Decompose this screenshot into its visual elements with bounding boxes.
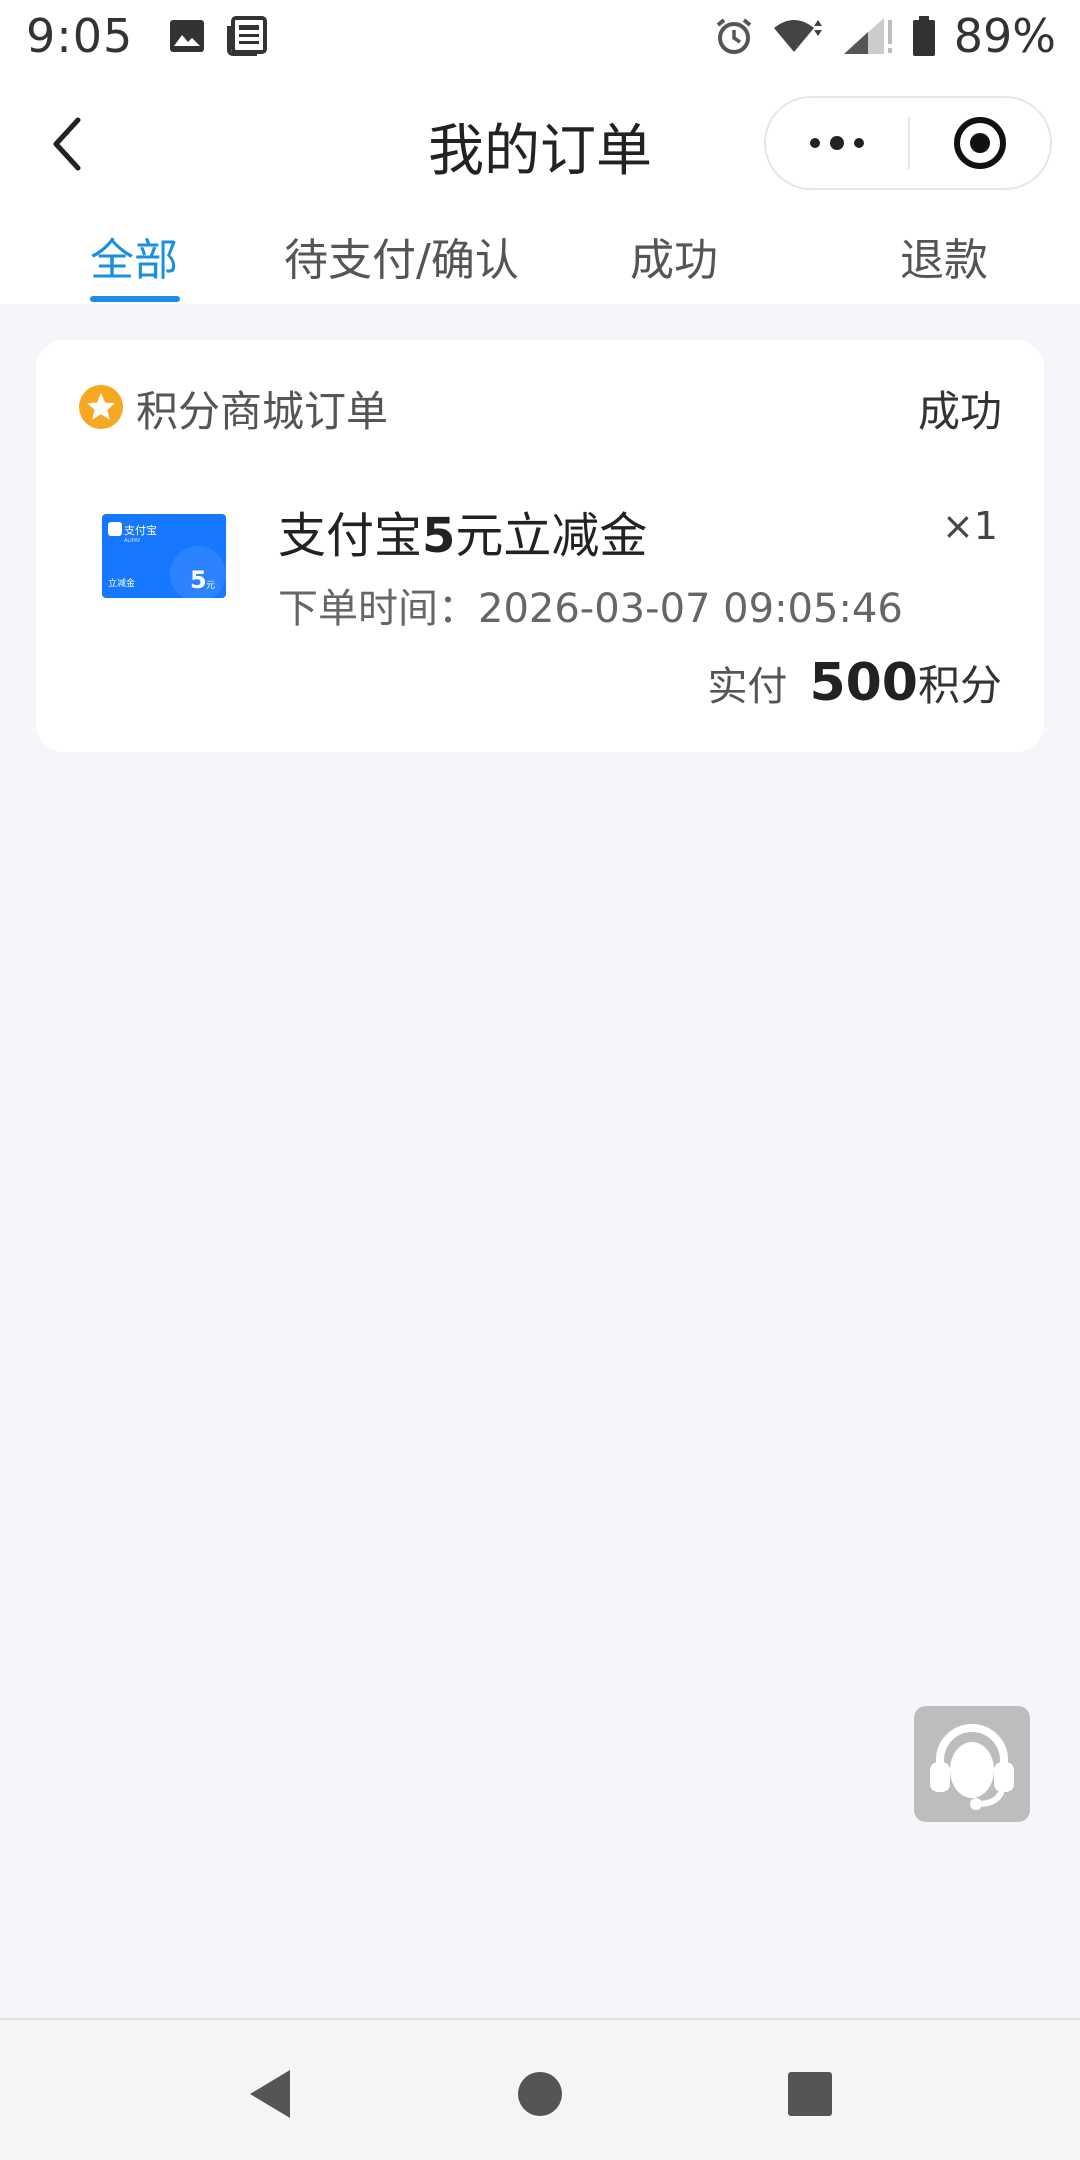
product-name-amount: 5	[422, 508, 456, 564]
order-tabs: 全部 待支付/确认 成功 退款	[0, 216, 1080, 304]
status-time: 9:05	[26, 9, 134, 63]
tab-success[interactable]: 成功	[630, 224, 718, 304]
battery-percent: 89%	[953, 9, 1056, 63]
pay-amount: 500	[809, 653, 918, 713]
app-header: 我的订单	[0, 72, 1080, 216]
more-dots-icon	[810, 136, 864, 150]
order-source: 积分商城订单	[136, 387, 389, 436]
nav-home-button[interactable]	[510, 2064, 570, 2124]
payment-row: 实付 500 积分	[707, 652, 1002, 713]
product-name-suffix: 元立减金	[455, 508, 648, 564]
product-quantity: ×1	[941, 504, 998, 548]
product-thumbnail: 支付宝 ALIPAY 立减金 5 元	[102, 514, 226, 598]
status-bar: 9:05 89%	[0, 0, 1080, 72]
nav-back-button[interactable]	[240, 2064, 300, 2124]
headset-icon	[930, 1724, 1014, 1810]
miniapp-capsule	[764, 96, 1052, 190]
thumb-brand-sub: ALIPAY	[124, 538, 141, 544]
order-card[interactable]: 积分商城订单 成功 支付宝 ALIPAY 立减金 5 元 支付宝5元立减金 ×1…	[36, 340, 1044, 752]
customer-support-button[interactable]	[914, 1706, 1030, 1822]
target-close-icon	[954, 117, 1006, 169]
more-button[interactable]	[766, 98, 908, 188]
order-time-value: 2026-03-07 09:05:46	[478, 586, 903, 632]
tab-pending[interactable]: 待支付/确认	[284, 224, 519, 304]
alarm-icon	[714, 16, 754, 56]
news-icon	[227, 16, 268, 56]
battery-icon	[912, 16, 936, 56]
recents-square-icon	[788, 2072, 832, 2116]
signal-icon	[842, 16, 894, 56]
active-tab-indicator	[90, 296, 180, 302]
system-nav-bar	[0, 2018, 1080, 2160]
pay-label: 实付	[707, 664, 788, 710]
nav-recents-button[interactable]	[780, 2064, 840, 2124]
thumb-tag: 立减金	[108, 577, 135, 589]
close-miniapp-button[interactable]	[910, 98, 1050, 188]
wifi-icon	[772, 16, 824, 56]
star-badge-icon	[79, 385, 123, 429]
order-time-label: 下单时间：	[278, 586, 478, 632]
home-circle-icon	[518, 2072, 562, 2116]
order-status: 成功	[917, 387, 1002, 436]
tab-all[interactable]: 全部	[90, 224, 178, 304]
thumb-brand: 支付宝	[124, 523, 157, 537]
pay-unit: 积分	[917, 661, 1002, 710]
back-triangle-icon	[250, 2070, 290, 2118]
product-name-prefix: 支付宝	[278, 508, 423, 564]
thumb-unit: 元	[206, 581, 215, 591]
thumb-amount: 5	[190, 566, 207, 594]
order-time: 下单时间：2026-03-07 09:05:46	[278, 576, 903, 634]
product-name: 支付宝5元立减金	[278, 496, 647, 566]
image-icon	[169, 19, 205, 53]
tab-refund[interactable]: 退款	[900, 224, 988, 304]
